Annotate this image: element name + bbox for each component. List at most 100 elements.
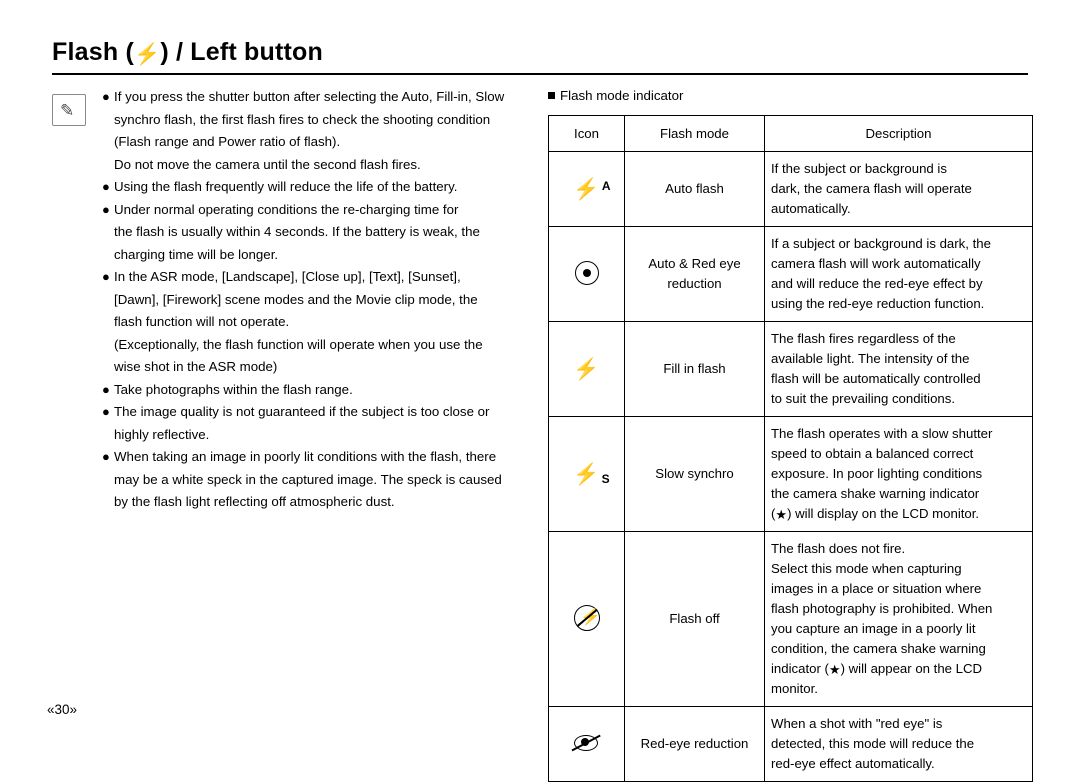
desc-line: dark, the camera flash will operate — [771, 181, 972, 196]
note-line: The image quality is not guaranteed if t… — [114, 404, 490, 419]
desc-line: using the red-eye reduction function. — [771, 296, 985, 311]
flash-mode-description: If a subject or background is dark, the … — [764, 226, 1033, 322]
desc-line: If the subject or background is — [771, 161, 947, 176]
bolt-symbol: ⚡ — [573, 357, 600, 381]
desc-line: When a shot with "red eye" is — [771, 716, 943, 731]
table-row: ⚡ Flash off The flash does not fire. Sel… — [548, 531, 1033, 707]
table-row: ⚡ S Slow synchro The flash operates with … — [548, 416, 1033, 532]
desc-line: detected, this mode will reduce the — [771, 736, 975, 751]
red-eye-reduction-icon — [548, 706, 625, 782]
bolt-glyph: ⚡ — [573, 462, 600, 486]
red-eye-reduction-circle-icon — [548, 226, 625, 322]
desc-line: flash photography is prohibited. When — [771, 601, 993, 616]
list-item: ● When taking an image in poorly lit con… — [102, 446, 522, 514]
note-line: Under normal operating conditions the re… — [114, 201, 459, 217]
bullet-dot-icon: ● — [102, 404, 110, 419]
slow-synchro-icon: ⚡ S — [548, 416, 625, 532]
table-row: Red-eye reduction When a shot with "red … — [548, 706, 1033, 782]
bullet-dot-icon: ● — [102, 449, 110, 464]
desc-line: the camera shake warning indicator — [771, 486, 980, 501]
desc-line: exposure. In poor lighting conditions — [771, 466, 983, 481]
desc-line: condition, the camera shake warning — [771, 641, 986, 656]
desc-line: flash will be automatically controlled — [771, 371, 981, 386]
page-title: Flash (⚡) / Left button — [52, 38, 1028, 73]
flash-mode-label: Fill in flash — [624, 321, 765, 417]
desc-line: available light. The intensity of the — [771, 351, 970, 366]
bolt-glyph: ⚡ — [573, 177, 600, 201]
list-item: ● Using the flash frequently will reduce… — [102, 176, 522, 199]
flash-mode-label: Red-eye reduction — [624, 706, 765, 782]
list-item: ● In the ASR mode, [Landscape], [Close u… — [102, 266, 522, 379]
list-item: ● Under normal operating conditions the … — [102, 199, 522, 267]
flash-mode-section: Flash mode indicator Icon Flash mode Des… — [548, 86, 1033, 782]
note-line: Do not move the camera until the second … — [114, 156, 421, 172]
mode-line: Auto & Red eye — [648, 256, 741, 271]
flash-off-glyph: ⚡ — [573, 604, 601, 631]
fill-in-flash-icon: ⚡ — [548, 321, 625, 417]
pupil-glyph — [582, 268, 591, 277]
flash-mode-description: If the subject or background is dark, th… — [764, 151, 1033, 227]
flash-mode-label: Auto & Red eye reduction — [624, 226, 765, 322]
note-line: In the ASR mode, [Landscape], [Close up]… — [114, 269, 461, 284]
bullet-dot-icon: ● — [102, 201, 110, 217]
desc-line: images in a place or situation where — [771, 581, 982, 596]
pencil-glyph: ✎ — [60, 101, 75, 120]
note-line: may be a white speck in the captured ima… — [114, 471, 502, 487]
eye-with-slash-glyph — [570, 733, 602, 753]
note-line: [Dawn], [Firework] scene modes and the M… — [114, 291, 478, 307]
page-number: «30» — [47, 702, 78, 717]
column-header-icon: Icon — [548, 115, 625, 152]
camera-shake-warning-icon: ★ — [775, 507, 788, 522]
note-line: by the flash light reflecting off atmosp… — [114, 494, 395, 509]
section-heading: Flash mode indicator — [548, 86, 1032, 106]
flash-mode-description: The flash operates with a slow shutter s… — [764, 416, 1033, 532]
manual-page: Flash (⚡) / Left button ✎ ● If you press… — [0, 0, 1080, 782]
note-line: If you press the shutter button after se… — [114, 89, 505, 104]
flash-mode-label: Slow synchro — [624, 416, 765, 532]
desc-line: The flash fires regardless of the — [771, 331, 956, 346]
flash-off-icon: ⚡ — [548, 531, 625, 707]
list-item: ● The image quality is not guaranteed if… — [102, 401, 522, 446]
note-line: flash function will not operate. — [114, 314, 290, 329]
table-header-row: Icon Flash mode Description — [548, 115, 1033, 152]
column-header-flash-mode: Flash mode — [624, 115, 765, 152]
flash-mode-description: The flash does not fire. Select this mod… — [764, 531, 1033, 707]
bullet-dot-icon: ● — [102, 179, 110, 194]
desc-line-with-icon: (★) will display on the LCD monitor. — [771, 504, 1026, 524]
note-line: Using the flash frequently will reduce t… — [114, 179, 458, 194]
desc-line: camera flash will work automatically — [771, 256, 981, 271]
note-pencil-icon: ✎ — [52, 94, 86, 126]
note-line: the flash is usually within 4 seconds. I… — [114, 224, 480, 239]
flash-mode-description: The flash fires regardless of the availa… — [764, 321, 1033, 417]
desc-line-with-icon: indicator (★) will appear on the LCD — [771, 659, 1026, 679]
letter-a-glyph: A — [601, 178, 611, 193]
note-line: synchro flash, the first flash fires to … — [114, 111, 491, 127]
square-bullet-icon — [548, 92, 555, 99]
table-row: Auto & Red eye reduction If a subject or… — [548, 226, 1033, 322]
page-header: Flash (⚡) / Left button — [52, 38, 1028, 75]
desc-line: you capture an image in a poorly lit — [771, 621, 976, 636]
flash-mode-label: Flash off — [624, 531, 765, 707]
section-heading-label: Flash mode indicator — [560, 88, 684, 103]
auto-flash-icon: ⚡ A — [548, 151, 625, 227]
bolt-glyph: ⚡ — [580, 608, 601, 626]
letter-s-glyph: S — [601, 471, 610, 486]
table-row: ⚡ A Auto flash If the subject or backgrou… — [548, 151, 1033, 227]
desc-line: to suit the prevailing conditions. — [771, 391, 956, 406]
desc-line: Select this mode when capturing — [771, 561, 962, 576]
eye-circle-glyph — [574, 260, 599, 285]
mode-line: reduction — [667, 276, 722, 291]
list-item: ● Take photographs within the flash rang… — [102, 379, 522, 402]
desc-line: The flash does not fire. — [771, 541, 906, 556]
note-line: When taking an image in poorly lit condi… — [114, 449, 497, 464]
note-line: (Exceptionally, the flash function will … — [114, 336, 483, 352]
note-line: highly reflective. — [114, 426, 210, 442]
desc-line: red-eye effect automatically. — [771, 756, 935, 771]
page-title-prefix: Flash ( — [52, 38, 134, 66]
flash-mode-label: Auto flash — [624, 151, 765, 227]
note-line: Take photographs within the flash range. — [114, 381, 353, 397]
bullet-dot-icon: ● — [102, 381, 110, 397]
flash-mode-table: Icon Flash mode Description ⚡ A Auto flas… — [548, 115, 1033, 782]
desc-line: The flash operates with a slow shutter — [771, 426, 993, 441]
desc-line: and will reduce the red-eye effect by — [771, 276, 983, 291]
